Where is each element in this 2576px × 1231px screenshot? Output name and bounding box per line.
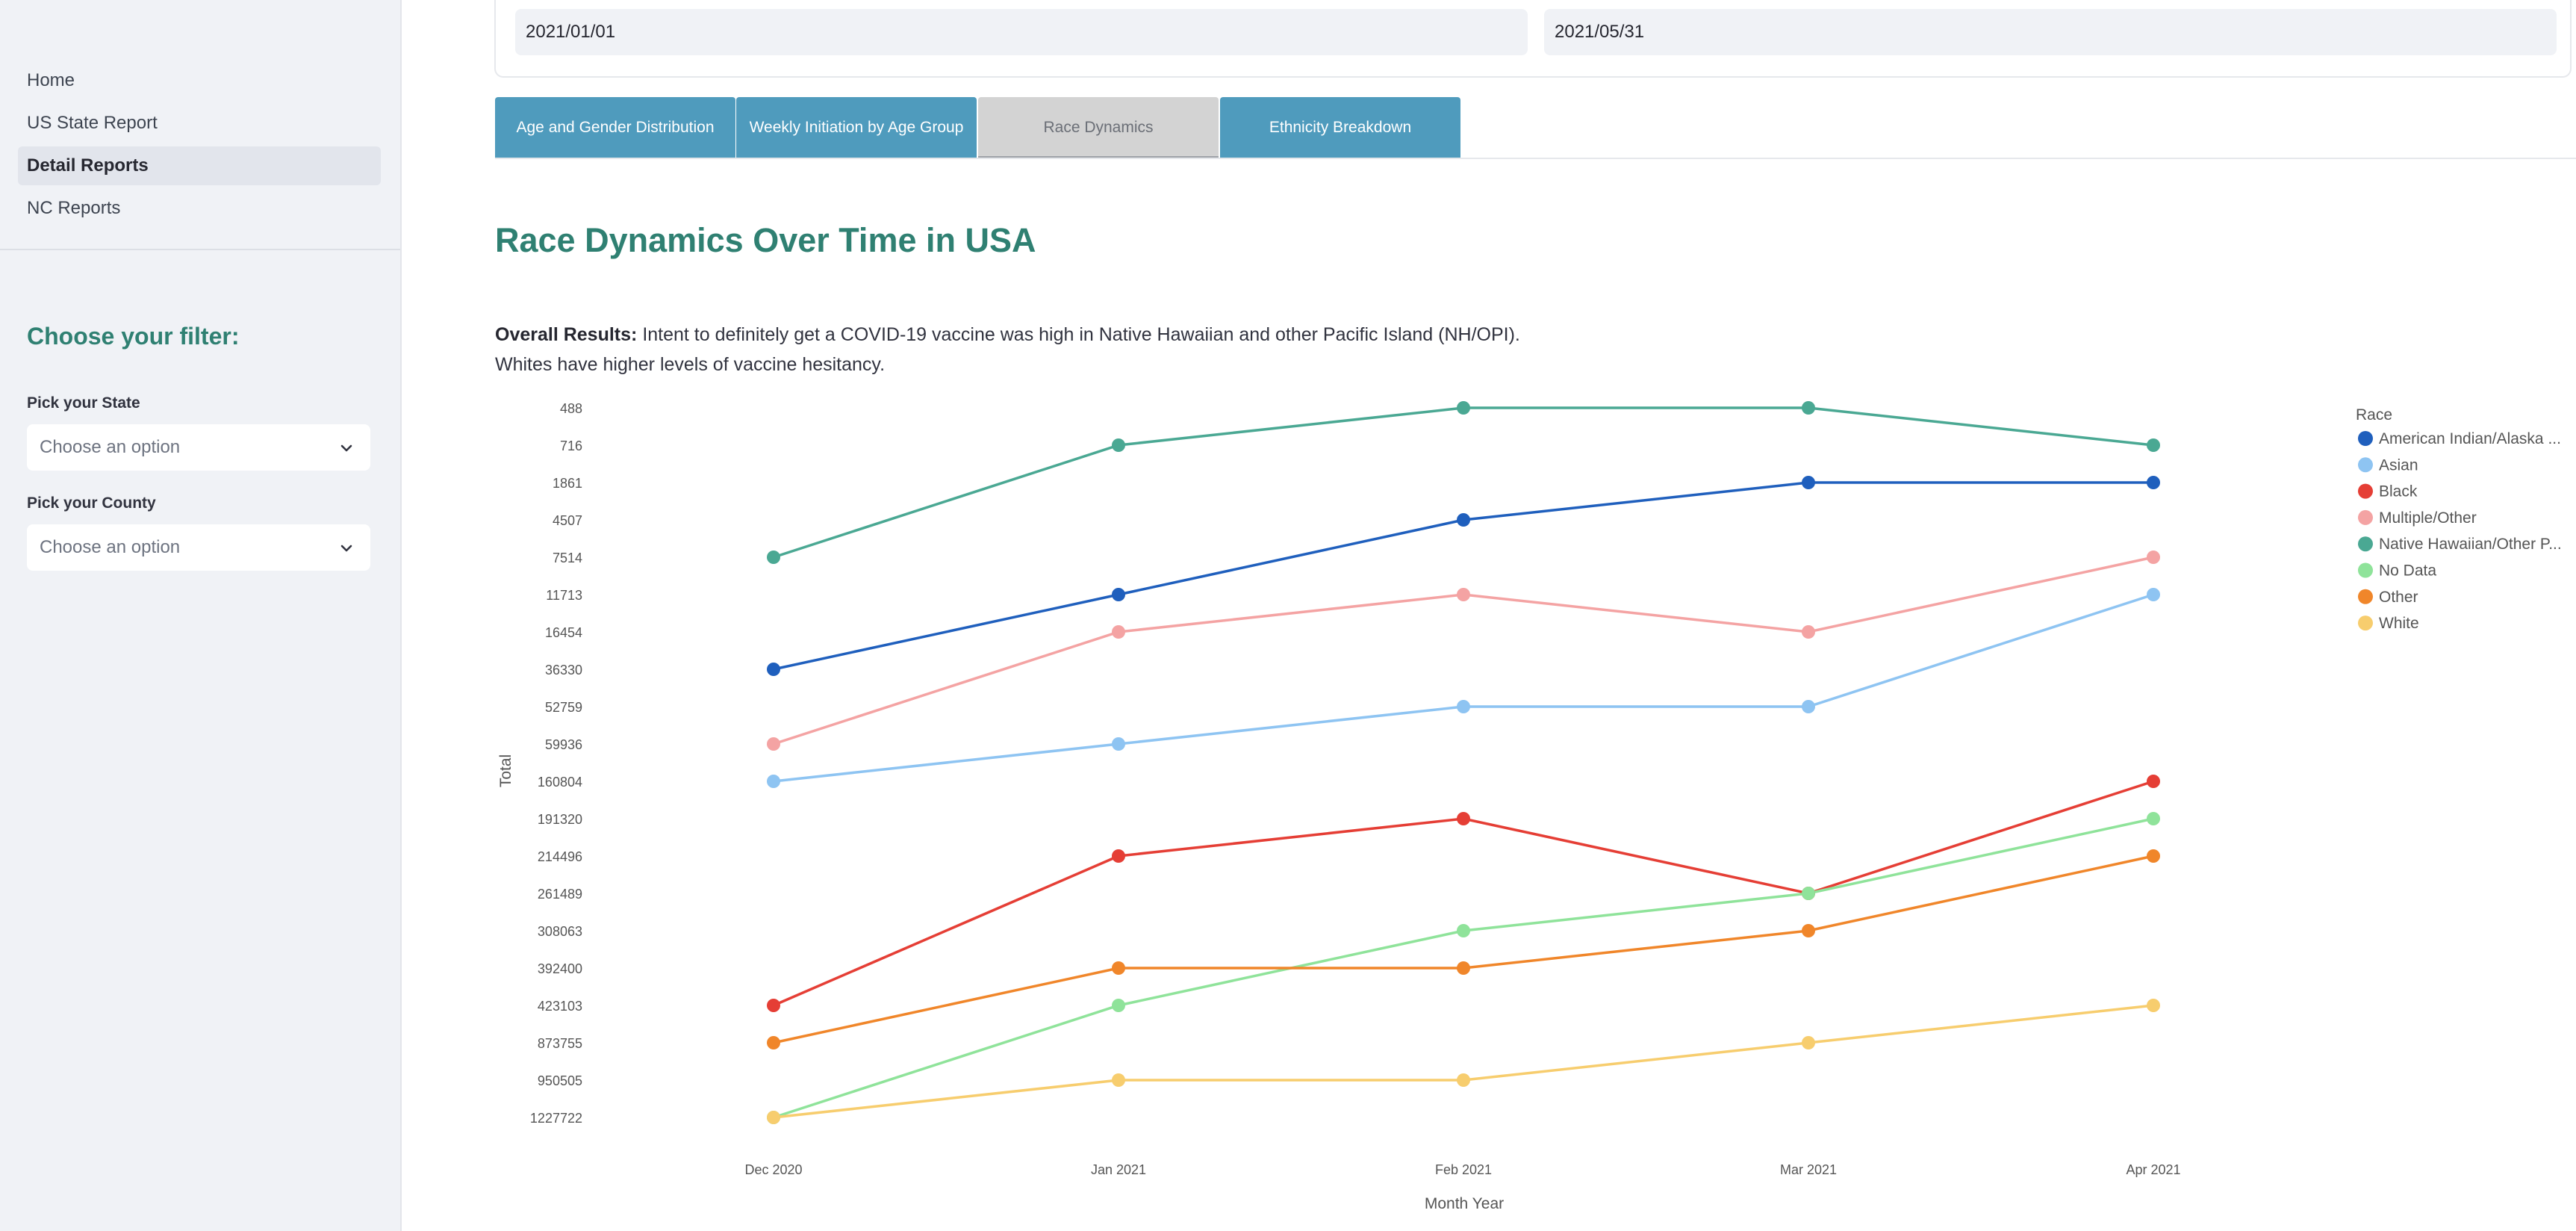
data-point[interactable] [767, 999, 780, 1012]
x-tick-label: Dec 2020 [744, 1162, 802, 1177]
data-point[interactable] [2147, 849, 2160, 863]
data-point[interactable] [1457, 700, 1470, 713]
data-point[interactable] [2147, 775, 2160, 788]
data-point[interactable] [767, 737, 780, 751]
series-line [773, 556, 2154, 745]
y-tick-label: 36330 [545, 663, 582, 677]
legend-swatch [2358, 616, 2373, 631]
data-point[interactable] [1112, 737, 1125, 751]
data-point[interactable] [1802, 924, 1815, 937]
data-point[interactable] [2147, 812, 2160, 825]
y-tick-label: 59936 [545, 737, 582, 752]
x-tick-label: Mar 2021 [1780, 1162, 1837, 1177]
data-point[interactable] [1112, 438, 1125, 452]
legend-swatch [2358, 536, 2373, 552]
legend-swatch [2358, 483, 2373, 499]
legend-item[interactable]: Native Hawaiian/Other P... [2379, 536, 2562, 553]
y-tick-label: 873755 [538, 1036, 582, 1051]
data-point[interactable] [1457, 812, 1470, 825]
data-point[interactable] [1802, 476, 1815, 489]
y-tick-label: 716 [560, 438, 582, 453]
data-point[interactable] [1112, 961, 1125, 975]
series-line [773, 1004, 2154, 1119]
y-tick-label: 950505 [538, 1073, 582, 1088]
legend-swatch [2358, 509, 2373, 525]
data-point[interactable] [1802, 625, 1815, 639]
data-point[interactable] [1457, 513, 1470, 527]
x-tick-label: Feb 2021 [1435, 1162, 1492, 1177]
y-tick-label: 4507 [553, 513, 582, 528]
data-point[interactable] [1112, 625, 1125, 639]
y-tick-label: 392400 [538, 961, 582, 976]
data-point[interactable] [1457, 588, 1470, 601]
data-point[interactable] [1457, 924, 1470, 937]
y-tick-label: 16454 [545, 625, 582, 640]
race-dynamics-line-chart: 488 716 1861 4507 7514 11713 16454 36330 52759 59… [497, 401, 2562, 1212]
legend-item[interactable]: No Data [2379, 562, 2436, 580]
x-tick-label: Apr 2021 [2126, 1162, 2180, 1177]
legend-item[interactable]: Multiple/Other [2379, 509, 2477, 527]
legend-swatch [2358, 431, 2373, 446]
series-line [773, 593, 2154, 783]
data-point[interactable] [2147, 588, 2160, 601]
data-point[interactable] [767, 551, 780, 564]
data-point[interactable] [1802, 887, 1815, 900]
y-tick-label: 488 [560, 401, 582, 416]
data-point[interactable] [2147, 999, 2160, 1012]
y-tick-label: 1861 [553, 476, 582, 491]
y-tick-label: 214496 [538, 849, 582, 864]
data-point[interactable] [1112, 588, 1125, 601]
y-tick-label: 160804 [538, 775, 582, 790]
y-tick-label: 261489 [538, 887, 582, 902]
data-point[interactable] [1112, 849, 1125, 863]
y-tick-label: 191320 [538, 812, 582, 827]
legend-swatch [2358, 562, 2373, 578]
legend-title: Race [2356, 406, 2392, 424]
y-tick-label: 308063 [538, 924, 582, 939]
legend-item[interactable]: Black [2379, 483, 2418, 500]
legend-item[interactable]: Asian [2379, 456, 2418, 474]
data-point[interactable] [1457, 1073, 1470, 1087]
data-point[interactable] [1802, 1036, 1815, 1049]
data-point[interactable] [1802, 700, 1815, 713]
y-tick-label: 7514 [553, 551, 582, 565]
legend-item[interactable]: Other [2379, 589, 2418, 606]
data-point[interactable] [2147, 551, 2160, 564]
series-line [773, 481, 2153, 671]
data-point[interactable] [767, 663, 780, 676]
data-point[interactable] [1802, 401, 1815, 415]
legend-item[interactable]: American Indian/Alaska ... [2379, 430, 2561, 447]
y-axis-title: Total [497, 754, 514, 787]
data-point[interactable] [767, 1036, 780, 1049]
data-point[interactable] [767, 775, 780, 788]
y-tick-label: 52759 [545, 700, 582, 715]
data-point[interactable] [2147, 476, 2160, 489]
legend-swatch [2358, 457, 2373, 473]
legend-item[interactable]: White [2379, 615, 2419, 632]
data-point[interactable] [1457, 961, 1470, 975]
legend-swatch [2358, 589, 2373, 604]
y-tick-label: 423103 [538, 999, 582, 1014]
data-point[interactable] [1457, 401, 1470, 415]
x-tick-label: Jan 2021 [1091, 1162, 1146, 1177]
chart-legend: Race American Indian/Alaska ... Asian Blac… [2356, 406, 2562, 632]
x-axis-title: Month Year [1425, 1195, 1504, 1212]
data-point[interactable] [1112, 1073, 1125, 1087]
y-tick-label: 11713 [546, 588, 582, 603]
y-tick-label: 1227722 [530, 1111, 582, 1126]
data-point[interactable] [767, 1111, 780, 1124]
data-point[interactable] [2147, 438, 2160, 452]
data-point[interactable] [1112, 999, 1125, 1012]
series-line [773, 855, 2154, 1044]
